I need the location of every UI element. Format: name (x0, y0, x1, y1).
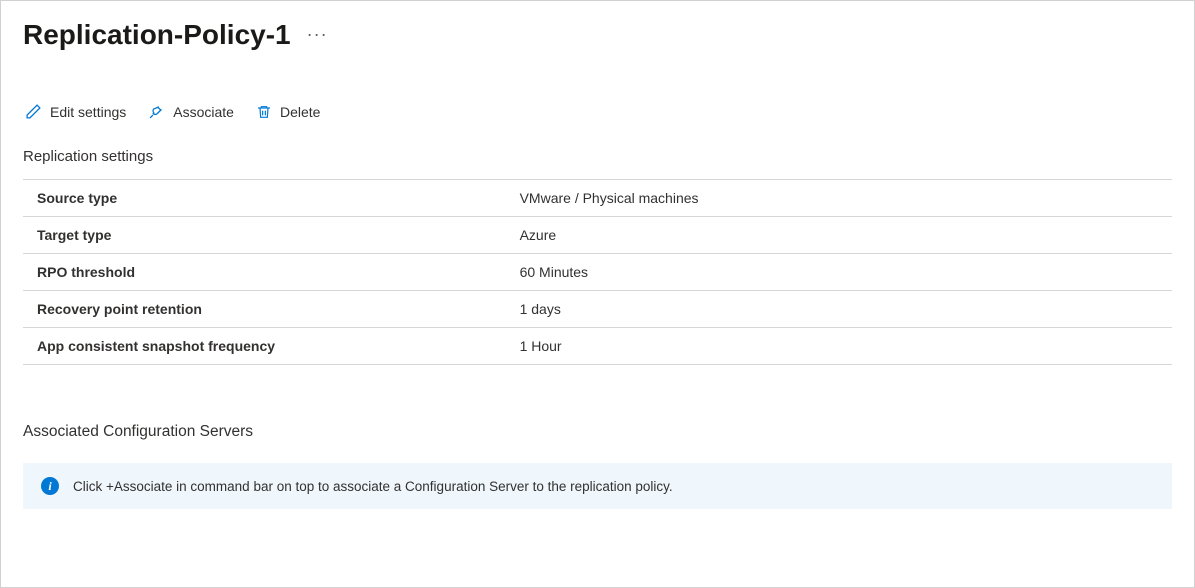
associate-label: Associate (173, 104, 234, 120)
edit-settings-label: Edit settings (50, 104, 126, 120)
command-bar: Edit settings Associate Delete (23, 99, 1172, 124)
associate-button[interactable]: Associate (146, 99, 236, 124)
table-row: App consistent snapshot frequency 1 Hour (23, 328, 1172, 365)
setting-value: 1 days (506, 291, 1172, 328)
replication-settings-heading: Replication settings (23, 148, 1172, 165)
plug-icon (148, 103, 165, 120)
delete-label: Delete (280, 104, 320, 120)
setting-label: Target type (23, 217, 506, 254)
pencil-icon (25, 103, 42, 120)
table-row: Recovery point retention 1 days (23, 291, 1172, 328)
info-banner-text: Click +Associate in command bar on top t… (73, 479, 673, 494)
edit-settings-button[interactable]: Edit settings (23, 99, 128, 124)
table-row: RPO threshold 60 Minutes (23, 254, 1172, 291)
setting-label: App consistent snapshot frequency (23, 328, 506, 365)
page-title: Replication-Policy-1 (23, 19, 291, 51)
settings-table: Source type VMware / Physical machines T… (23, 179, 1172, 365)
setting-label: RPO threshold (23, 254, 506, 291)
trash-icon (256, 104, 272, 120)
setting-value: VMware / Physical machines (506, 180, 1172, 217)
associated-servers-heading: Associated Configuration Servers (23, 423, 1172, 441)
setting-value: Azure (506, 217, 1172, 254)
setting-value: 1 Hour (506, 328, 1172, 365)
info-icon: i (41, 477, 59, 495)
setting-label: Source type (23, 180, 506, 217)
info-banner: i Click +Associate in command bar on top… (23, 463, 1172, 509)
setting-label: Recovery point retention (23, 291, 506, 328)
table-row: Target type Azure (23, 217, 1172, 254)
more-icon[interactable]: ··· (307, 24, 328, 47)
page-header: Replication-Policy-1 ··· (23, 19, 1172, 51)
table-row: Source type VMware / Physical machines (23, 180, 1172, 217)
setting-value: 60 Minutes (506, 254, 1172, 291)
delete-button[interactable]: Delete (254, 99, 322, 124)
